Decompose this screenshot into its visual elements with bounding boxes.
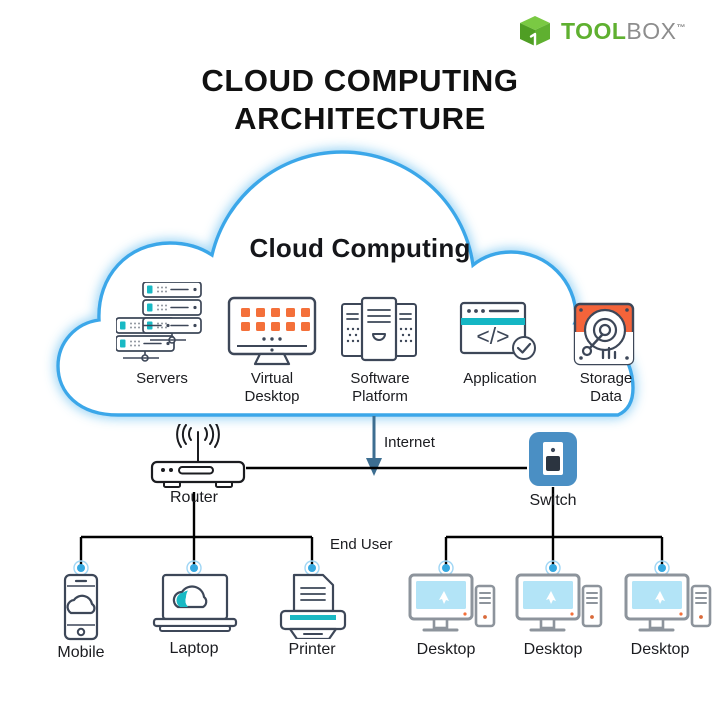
- svg-text:</>: </>: [476, 323, 509, 349]
- cloud-item-label-virtual-desktop: Virtual Desktop: [244, 370, 300, 405]
- desktop-icon: [624, 573, 712, 632]
- device-label-mobile: Mobile: [57, 644, 105, 661]
- desktop-icon: [408, 573, 496, 632]
- cloud-title: Cloud Computing: [249, 233, 471, 263]
- device-label-desktop-3: Desktop: [630, 641, 690, 658]
- cloud-item-label-servers: Servers: [136, 370, 188, 387]
- servers-icon: [116, 282, 202, 362]
- software-platform-icon: [341, 296, 417, 362]
- device-label-desktop-1: Desktop: [416, 641, 476, 658]
- device-label-laptop: Laptop: [169, 640, 219, 657]
- device-label-desktop-2: Desktop: [523, 641, 583, 658]
- router-icon: [150, 424, 246, 488]
- switch-icon: [529, 432, 577, 486]
- diagram-canvas: TOOLBOX™ CLOUD COMPUTING ARCHITECTURE Cl…: [0, 0, 720, 720]
- cloud-item-label-application: Application: [463, 370, 537, 387]
- virtual-desktop-icon: [227, 296, 317, 366]
- router-label: Router: [169, 489, 219, 506]
- cloud-item-label-storage-data: Storage Data: [579, 370, 633, 405]
- internet-label: Internet: [384, 434, 435, 451]
- printer-icon: [279, 573, 347, 639]
- cloud-item-label-software-platform: Software Platform: [350, 370, 410, 405]
- mobile-icon: [63, 573, 99, 641]
- laptop-icon: [152, 573, 238, 632]
- application-icon: </>: [459, 301, 536, 360]
- storage-data-icon: [573, 302, 635, 366]
- device-label-printer: Printer: [288, 641, 336, 658]
- end-user-label: End User: [330, 536, 393, 553]
- switch-label: Switch: [529, 492, 577, 509]
- desktop-icon: [515, 573, 603, 632]
